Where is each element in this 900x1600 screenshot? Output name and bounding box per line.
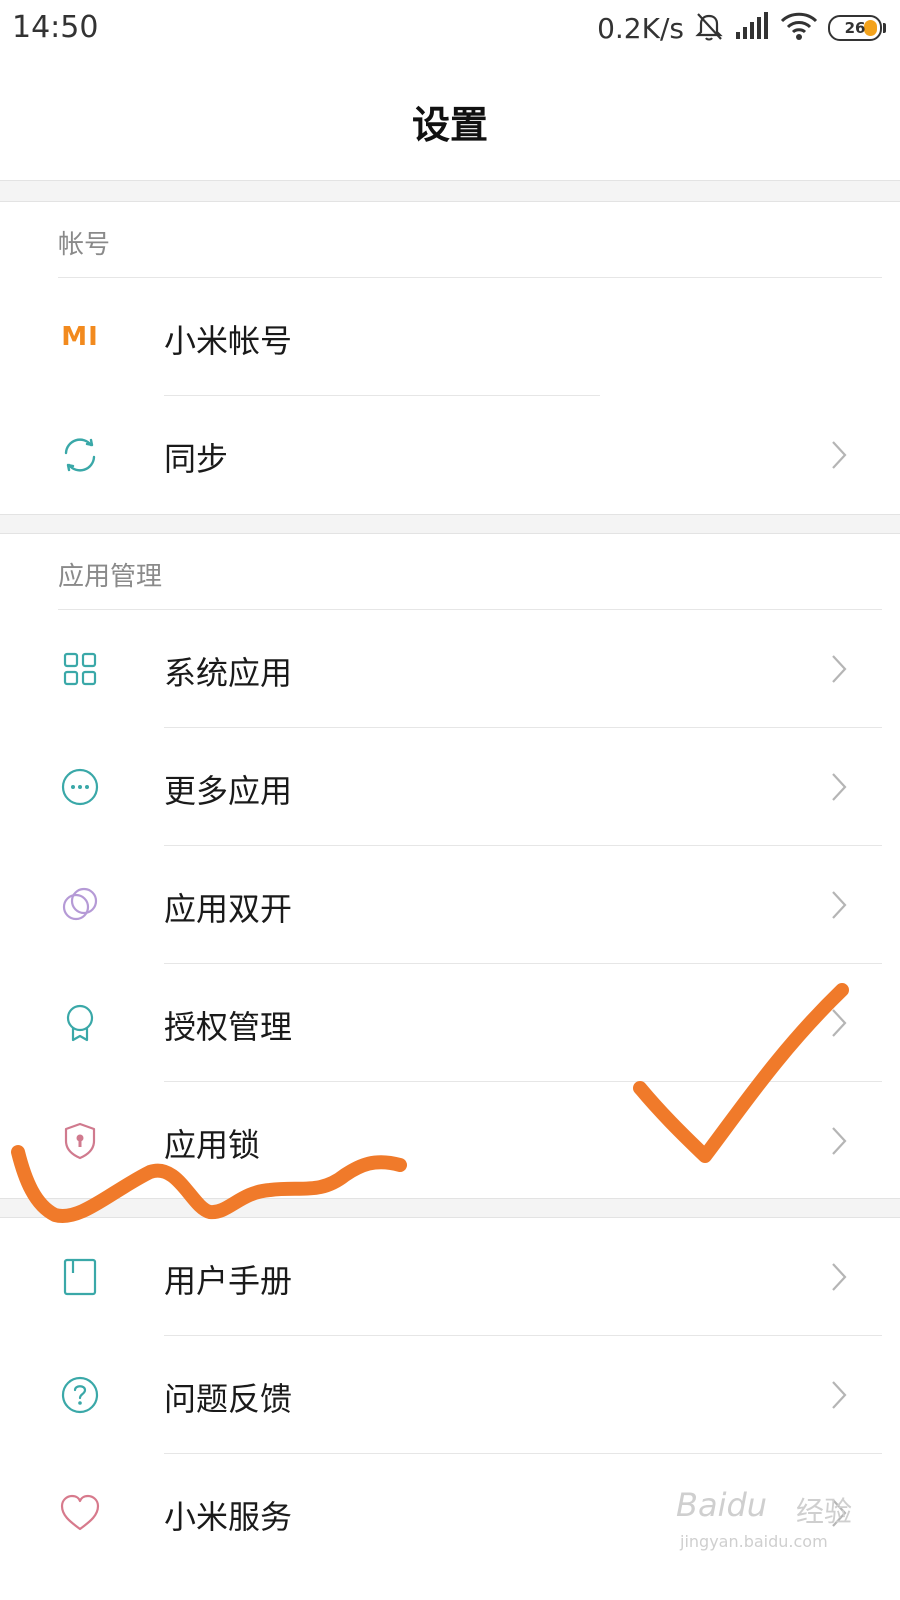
title-bar: 设置 — [0, 58, 900, 181]
badge-icon — [58, 1001, 102, 1045]
shield-lock-icon — [58, 1119, 102, 1163]
net-speed: 0.2K/s — [597, 11, 684, 45]
section-title: 帐号 — [58, 230, 111, 260]
item-label: 用户手册 — [164, 1262, 293, 1300]
settings-item-user-manual[interactable]: 用户手册 — [0, 1218, 900, 1336]
mi-logo-icon: MI — [61, 322, 99, 352]
settings-item-system-apps[interactable]: 系统应用 — [0, 610, 900, 728]
item-label: 同步 — [164, 440, 229, 478]
settings-item-app-lock[interactable]: 应用锁 — [0, 1082, 900, 1200]
watermark-url: jingyan.baidu.com — [680, 1532, 828, 1551]
chevron-right-icon — [832, 655, 847, 683]
status-icons: 0.2K/s 26 — [597, 10, 886, 46]
baidu-watermark: Baidu 经验 jingyan.baidu.com — [676, 1482, 886, 1562]
chevron-right-icon — [832, 1009, 847, 1037]
settings-item-permissions[interactable]: 授权管理 — [0, 964, 900, 1082]
section-header-account: 帐号 — [0, 202, 900, 278]
page-title: 设置 — [411, 103, 488, 147]
settings-item-mi-account[interactable]: MI 小米帐号 — [0, 278, 900, 396]
sync-icon — [58, 433, 102, 477]
battery-icon: 26 — [828, 15, 882, 41]
settings-item-dual-apps[interactable]: 应用双开 — [0, 846, 900, 964]
wifi-icon — [780, 11, 818, 45]
section-gap — [0, 514, 900, 534]
battery-level: 26 — [844, 19, 866, 37]
dual-app-icon — [58, 883, 102, 927]
watermark-cn: 经验 — [796, 1495, 853, 1528]
chevron-right-icon — [832, 891, 847, 919]
item-label: 小米服务 — [164, 1498, 293, 1536]
bell-off-icon — [694, 10, 724, 46]
item-label: 应用双开 — [164, 890, 293, 928]
chevron-right-icon — [832, 773, 847, 801]
status-bar: 14:50 0.2K/s 26 — [0, 0, 900, 58]
item-label: 问题反馈 — [164, 1380, 293, 1418]
heart-icon — [58, 1491, 102, 1535]
chevron-right-icon — [832, 441, 847, 469]
section-title: 应用管理 — [58, 562, 163, 592]
watermark-brand: Baidu — [676, 1486, 768, 1524]
chevron-right-icon — [832, 1127, 847, 1155]
chevron-right-icon — [832, 1381, 847, 1409]
settings-item-sync[interactable]: 同步 — [0, 396, 900, 514]
more-icon — [58, 765, 102, 809]
signal-icon — [734, 12, 770, 44]
settings-item-feedback[interactable]: 问题反馈 — [0, 1336, 900, 1454]
item-label: 小米帐号 — [164, 322, 293, 360]
grid-icon — [58, 647, 102, 691]
item-label: 授权管理 — [164, 1008, 293, 1046]
chevron-right-icon — [832, 1263, 847, 1291]
status-time: 14:50 — [12, 10, 99, 45]
settings-item-more-apps[interactable]: 更多应用 — [0, 728, 900, 846]
section-gap — [0, 1198, 900, 1218]
section-header-apps: 应用管理 — [0, 534, 900, 610]
item-label: 系统应用 — [164, 654, 293, 692]
help-icon — [58, 1373, 102, 1417]
item-label: 更多应用 — [164, 772, 293, 810]
section-gap — [0, 180, 900, 202]
item-label: 应用锁 — [164, 1126, 261, 1164]
book-icon — [58, 1255, 102, 1299]
